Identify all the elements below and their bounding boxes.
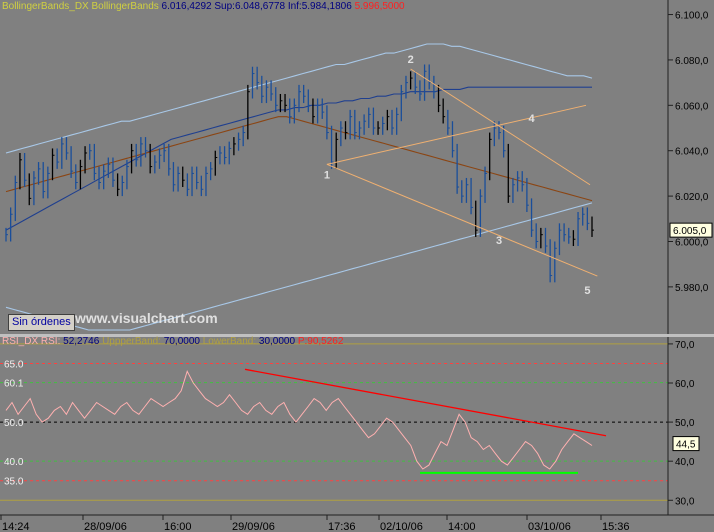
rsi-left-label: 65.0	[4, 359, 24, 370]
header-value: 6.016,4292	[161, 1, 212, 12]
rsi-value: 52,2746	[63, 336, 100, 347]
rsi-upper-label: UppperBand:	[102, 336, 162, 347]
rsi-indicator[interactable]: RSI_DX	[2, 336, 38, 347]
time-tick-label: 28/09/06	[84, 521, 127, 532]
wave-label-1: 1	[324, 169, 330, 181]
header-rsi: RSI_DX RSI: 52,2746 UppperBand: 70,0000 …	[2, 336, 343, 347]
rsi-tick-label: 50,0	[675, 418, 695, 429]
rsi-tick-label: 30,0	[675, 496, 695, 507]
rsi-name: RSI:	[40, 336, 61, 347]
rsi-lower-value: 30,0000	[258, 336, 296, 347]
rsi-tick-label: 70,0	[675, 340, 695, 351]
price-tick-label: 6.000,0	[675, 237, 709, 248]
time-tick-label: 02/10/06	[380, 521, 423, 532]
wave-label-4: 4	[529, 113, 536, 125]
rsi-left-label: 60.1	[4, 379, 24, 390]
price-tick-label: 5.980,0	[675, 283, 709, 294]
rsi-upper-value: 70,0000	[163, 336, 200, 347]
time-tick-label: 14:24	[2, 521, 30, 532]
rsi-last-label: 44,5	[676, 440, 696, 451]
price-tick-label: 6.100,0	[675, 11, 709, 22]
header-inf-label: Inf:	[287, 1, 302, 12]
price-tick-label: 6.020,0	[675, 192, 709, 203]
wave-label-2: 2	[408, 54, 414, 66]
header-indicator[interactable]: BollingerBands_DX	[2, 1, 89, 12]
header-bollinger: BollingerBands_DX BollingerBands 6.016,4…	[2, 1, 405, 12]
chart-canvas: 1 2 3 4 5 6.100,0 6.080,0 6.060,0 6.040,0 6.020,…	[0, 0, 714, 532]
price-tick-label: 6.080,0	[675, 56, 709, 67]
last-price-label: 6.005,0	[673, 226, 707, 237]
wave-label-3: 3	[496, 235, 502, 247]
header-sup-value: 6.048,6778	[234, 1, 286, 12]
wave-label-5: 5	[584, 285, 590, 297]
rsi-left-label: 40.0	[4, 457, 24, 468]
rsi-p-value: 90,5262	[307, 336, 344, 347]
time-tick-label: 15:36	[602, 521, 630, 532]
time-tick-label: 29/09/06	[232, 521, 275, 532]
rsi-tick-label: 60,0	[675, 379, 695, 390]
time-tick-label: 14:00	[448, 521, 476, 532]
rsi-panel-bg	[0, 337, 668, 515]
rsi-axis-ticks: 70,0 60,0 50,0 40,0 30,0 44,5	[668, 340, 700, 507]
time-tick-label: 17:36	[328, 521, 356, 532]
rsi-lower-label: LowerBand:	[202, 336, 257, 347]
header-indicator-name: BollingerBands	[91, 1, 159, 12]
header-inf-value: 5.984,1806	[301, 1, 352, 12]
price-tick-label: 6.060,0	[675, 101, 709, 112]
time-tick-label: 16:00	[164, 521, 192, 532]
header-sup-label: Sup:	[214, 1, 235, 12]
sin-ordenes-button[interactable]: Sin órdenes	[8, 314, 75, 331]
rsi-left-label: 35.0	[4, 477, 24, 488]
watermark-text: www.visualchart.com	[75, 310, 218, 326]
header-price-value: 5.996,5000	[354, 1, 405, 12]
time-tick-label: 03/10/06	[528, 521, 571, 532]
price-tick-label: 6.040,0	[675, 147, 709, 158]
rsi-tick-label: 40,0	[675, 457, 695, 468]
rsi-p-label: P:	[297, 336, 308, 347]
rsi-left-label: 50.0	[4, 418, 24, 429]
